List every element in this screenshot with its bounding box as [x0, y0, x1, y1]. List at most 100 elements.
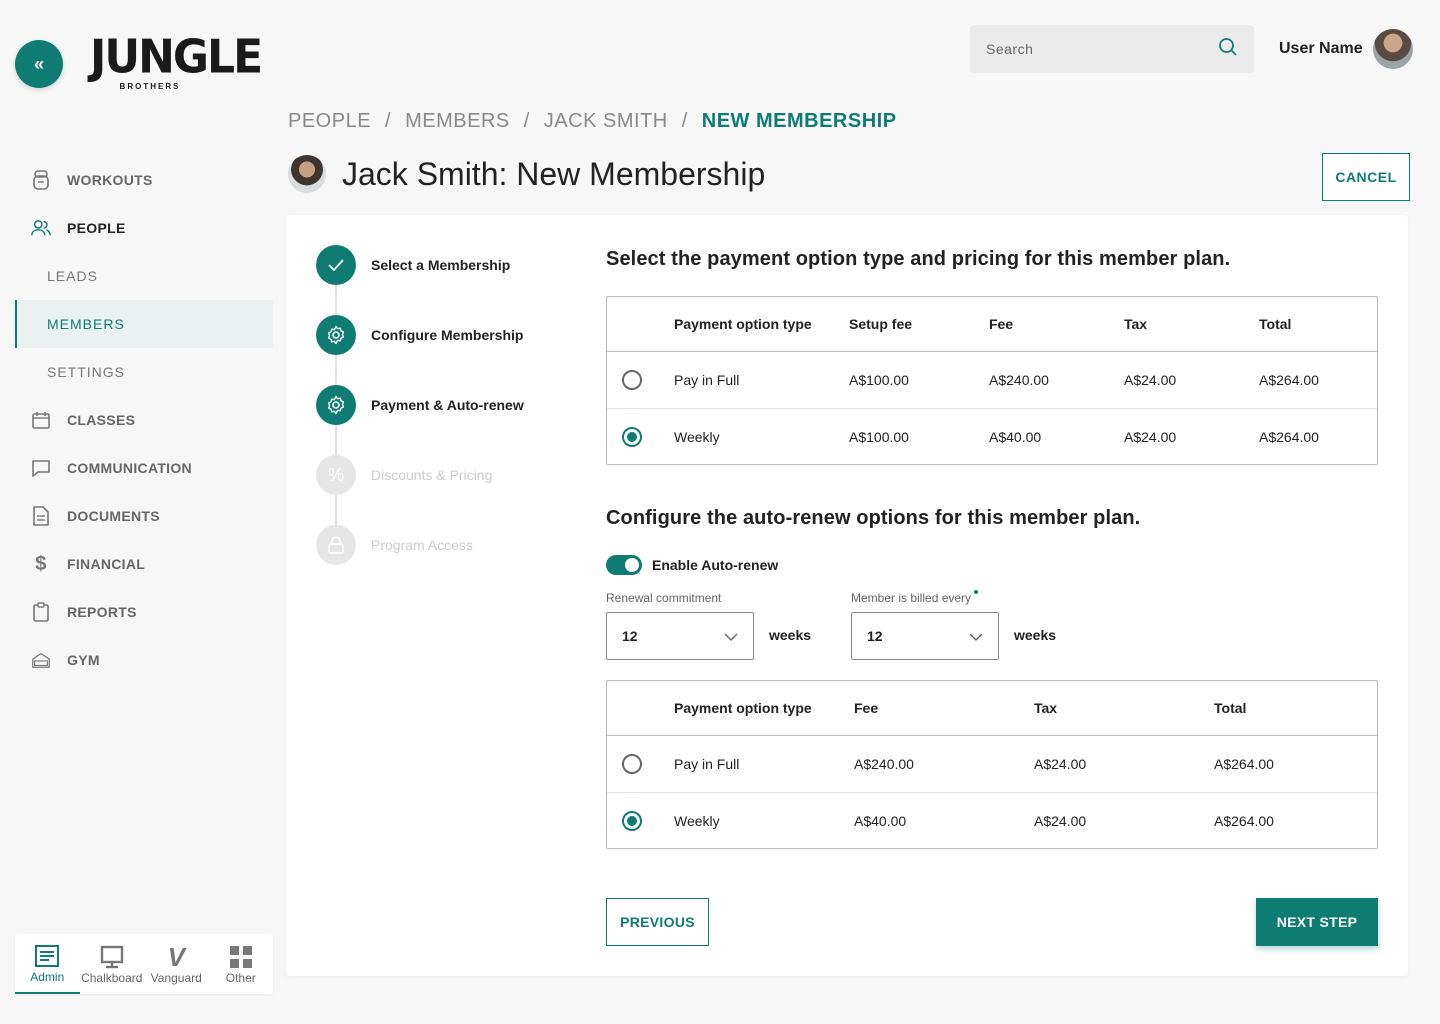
- breadcrumb-separator: /: [681, 110, 688, 132]
- search-input[interactable]: Search: [970, 25, 1254, 73]
- step-configure-membership[interactable]: Configure Membership: [316, 315, 576, 355]
- dollar-icon: $: [35, 552, 47, 575]
- logo: JUNGLE BROTHERS: [90, 30, 263, 96]
- renewal-commitment-label-text: Renewal commitment: [606, 591, 722, 605]
- table-row[interactable]: Weekly A$40.00 A$24.00 A$264.00: [607, 792, 1377, 848]
- admin-icon: [35, 942, 60, 970]
- gear-icon: [316, 385, 356, 425]
- search-icon[interactable]: [1218, 37, 1238, 62]
- sidebar-item-classes[interactable]: CLASSES: [15, 396, 273, 444]
- sidebar-item-members[interactable]: MEMBERS: [15, 300, 273, 348]
- user-menu[interactable]: User Name: [1279, 29, 1413, 69]
- sidebar-item-label: WORKOUTS: [67, 172, 153, 188]
- cell-setup-fee: A$100.00: [849, 428, 909, 445]
- cell-tax: A$24.00: [1124, 372, 1177, 388]
- sidebar-item-workouts[interactable]: WORKOUTS: [15, 156, 273, 204]
- step-label: Program Access: [371, 537, 473, 553]
- step-discounts-pricing: % Discounts & Pricing: [316, 455, 576, 495]
- lock-icon: [316, 525, 356, 565]
- renewal-commitment-select[interactable]: 12: [606, 612, 754, 660]
- select-value: 12: [867, 628, 883, 644]
- logo-text: JUNGLE: [90, 30, 263, 85]
- breadcrumb-jack-smith[interactable]: JACK SMITH: [544, 110, 668, 133]
- next-step-button[interactable]: NEXT STEP: [1256, 898, 1378, 946]
- breadcrumb-people[interactable]: PEOPLE: [288, 110, 371, 133]
- table-row[interactable]: Pay in Full A$240.00 A$24.00 A$264.00: [607, 736, 1377, 792]
- cell-tax: A$24.00: [1034, 812, 1087, 829]
- sidebar-item-people[interactable]: PEOPLE: [15, 204, 273, 252]
- cell-total: A$264.00: [1214, 756, 1274, 772]
- radio-pay-in-full[interactable]: [622, 754, 642, 774]
- switcher-other[interactable]: Other: [209, 934, 274, 994]
- vanguard-icon: V: [167, 941, 185, 972]
- sidebar-item-label: DOCUMENTS: [67, 508, 160, 524]
- cell-fee: A$40.00: [989, 428, 1042, 445]
- sidebar-item-documents[interactable]: DOCUMENTS: [15, 492, 273, 540]
- column-header: Payment option type: [674, 316, 812, 332]
- cancel-button[interactable]: CANCEL: [1322, 153, 1410, 201]
- clipboard-icon: [31, 602, 51, 622]
- step-label: Discounts & Pricing: [371, 467, 493, 483]
- sidebar-item-settings[interactable]: SETTINGS: [15, 348, 273, 396]
- column-header: Total: [1259, 316, 1292, 332]
- sidebar-item-gym[interactable]: GYM: [15, 636, 273, 684]
- sidebar-item-communication[interactable]: COMMUNICATION: [15, 444, 273, 492]
- step-connector: [335, 285, 337, 315]
- switcher-chalkboard[interactable]: Chalkboard: [80, 934, 145, 994]
- breadcrumb-members[interactable]: MEMBERS: [405, 110, 510, 133]
- autorenew-options-table: Payment option type Fee Tax Total Pay in…: [606, 680, 1378, 849]
- breadcrumb-separator: /: [523, 110, 530, 132]
- payment-options-table: Payment option type Setup fee Fee Tax To…: [606, 296, 1378, 465]
- cell-type: Weekly: [674, 428, 720, 445]
- membership-wizard-card: Select a Membership Configure Membership…: [286, 215, 1408, 976]
- billed-every-label: Member is billed every: [851, 590, 979, 605]
- previous-button[interactable]: PREVIOUS: [606, 898, 709, 946]
- breadcrumb-current: NEW MEMBERSHIP: [701, 110, 897, 132]
- column-header: Fee: [854, 700, 879, 716]
- switcher-admin[interactable]: Admin: [15, 934, 80, 994]
- sidebar-item-reports[interactable]: REPORTS: [15, 588, 273, 636]
- sidebar-item-financial[interactable]: $ FINANCIAL: [15, 540, 273, 588]
- sidebar-item-label: COMMUNICATION: [67, 460, 192, 476]
- monitor-icon: [100, 943, 124, 971]
- step-label: Configure Membership: [371, 327, 524, 343]
- cell-tax: A$24.00: [1124, 428, 1177, 445]
- user-name: User Name: [1279, 40, 1363, 57]
- step-payment-autorenew[interactable]: Payment & Auto-renew: [316, 385, 576, 425]
- billed-every-label-text: Member is billed every: [851, 591, 972, 605]
- table-row[interactable]: Pay in Full A$100.00 A$240.00 A$24.00 A$…: [607, 352, 1377, 408]
- autorenew-toggle-row: Enable Auto-renew: [606, 555, 778, 575]
- gym-icon: [31, 650, 51, 670]
- cell-type: Weekly: [674, 812, 720, 829]
- autorenew-toggle[interactable]: [606, 555, 642, 575]
- percent-icon: %: [316, 455, 356, 495]
- sidebar-item-label: FINANCIAL: [67, 556, 146, 572]
- commitment-unit: weeks: [769, 627, 812, 643]
- table-header-row: Payment option type Setup fee Fee Tax To…: [607, 297, 1377, 352]
- radio-pay-in-full[interactable]: [622, 370, 642, 390]
- sidebar-item-label: REPORTS: [67, 604, 137, 620]
- radio-weekly[interactable]: [622, 810, 642, 831]
- calendar-icon: [31, 410, 51, 430]
- billed-every-select[interactable]: 12: [851, 612, 999, 660]
- collapse-sidebar-button[interactable]: «: [15, 40, 63, 88]
- table-row[interactable]: Weekly A$100.00 A$40.00 A$24.00 A$264.00: [607, 408, 1377, 464]
- kettlebell-icon: [31, 170, 51, 190]
- page-title: Jack Smith: New Membership: [342, 155, 766, 192]
- radio-weekly[interactable]: [622, 426, 642, 447]
- table-header-row: Payment option type Fee Tax Total: [607, 681, 1377, 736]
- sidebar-item-label: GYM: [67, 652, 100, 668]
- search-placeholder: Search: [986, 41, 1034, 57]
- column-header: Tax: [1034, 700, 1058, 716]
- chevron-down-icon: [724, 628, 738, 644]
- payment-section-title: Select the payment option type and prici…: [606, 248, 1231, 270]
- required-indicator: [974, 590, 979, 594]
- avatar: [1372, 29, 1413, 69]
- step-select-membership[interactable]: Select a Membership: [316, 245, 576, 285]
- column-header: Fee: [989, 316, 1014, 332]
- sidebar-item-leads[interactable]: LEADS: [15, 252, 273, 300]
- people-icon: [31, 218, 51, 238]
- double-chevron-left-icon: «: [33, 53, 44, 74]
- switcher-vanguard[interactable]: V Vanguard: [144, 934, 209, 994]
- app-switcher: Admin Chalkboard V Vanguard Other: [15, 934, 273, 994]
